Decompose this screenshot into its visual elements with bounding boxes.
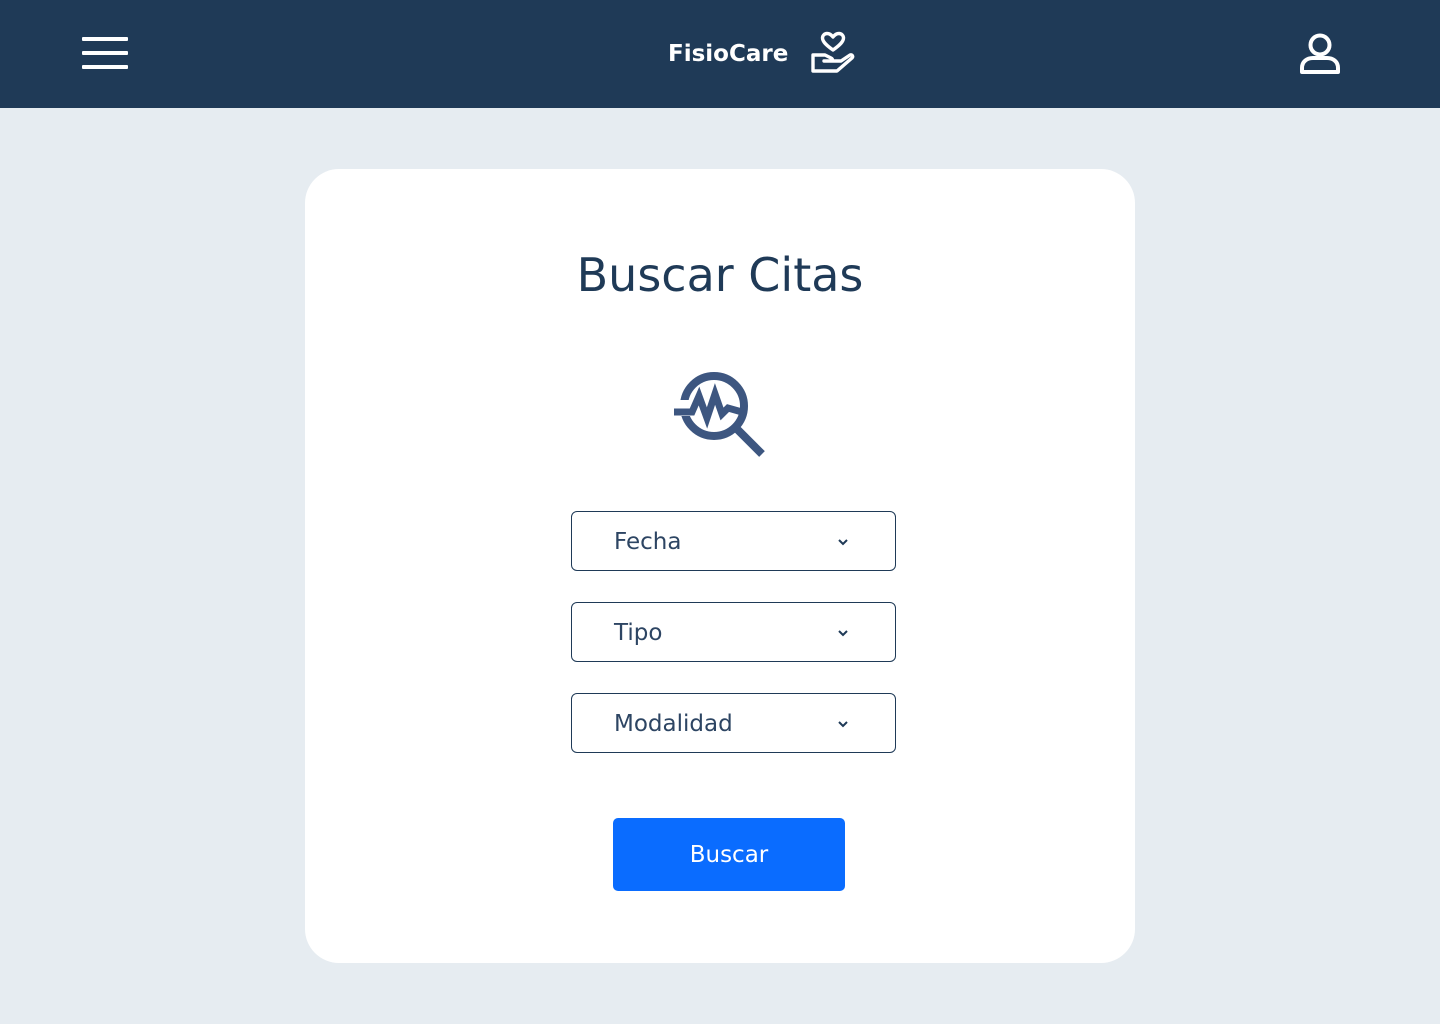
heart-hand-logo-icon: [811, 31, 855, 73]
filter-select-fecha[interactable]: Fecha: [571, 511, 896, 571]
filter-select-tipo[interactable]: Tipo: [571, 602, 896, 662]
chevron-down-icon: [838, 721, 848, 728]
chevron-down-icon: [838, 630, 848, 637]
page-title: Buscar Citas: [576, 248, 864, 302]
menu-button[interactable]: [82, 37, 128, 69]
user-profile-icon: [1300, 33, 1340, 74]
search-button[interactable]: Buscar: [613, 818, 845, 891]
filter-select-label: Tipo: [614, 620, 663, 646]
magnifier-heartbeat-icon: [674, 372, 765, 457]
filter-select-label: Fecha: [614, 529, 682, 555]
top-navigation-bar: FisioCare: [0, 0, 1440, 108]
brand-name: FisioCare: [668, 41, 789, 67]
filter-select-modalidad[interactable]: Modalidad: [571, 693, 896, 753]
filter-select-label: Modalidad: [614, 711, 733, 737]
chevron-down-icon: [838, 539, 848, 546]
brand[interactable]: FisioCare: [668, 30, 856, 78]
user-profile-button[interactable]: [1296, 30, 1344, 78]
